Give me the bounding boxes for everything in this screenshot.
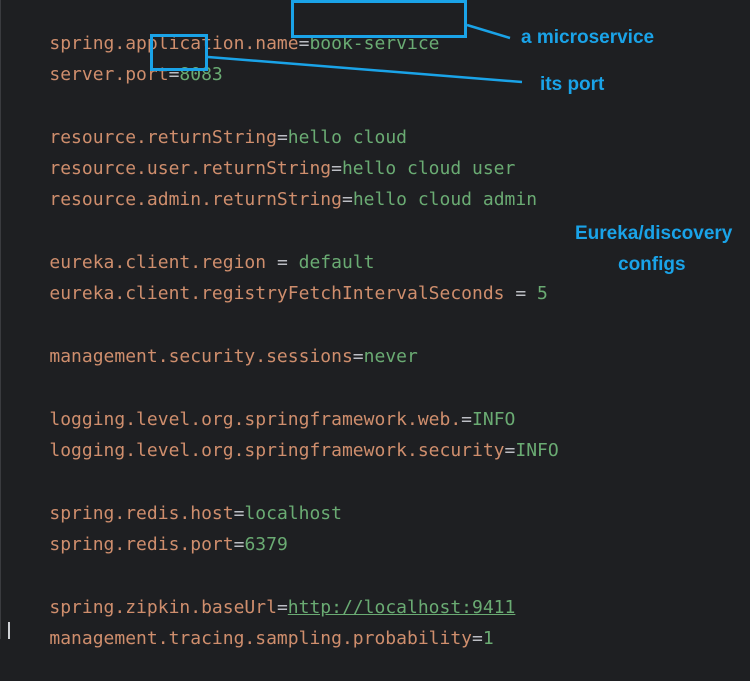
eureka-annotation-line1: Eureka/discovery <box>575 223 733 244</box>
port-highlight-box <box>150 34 208 71</box>
line-eureka-region[interactable]: eureka.client.region = default <box>6 221 374 273</box>
line-tracing-probability[interactable]: management.tracing.sampling.probability=… <box>6 597 493 649</box>
line-eureka-fetch-interval[interactable]: eureka.client.registryFetchIntervalSecon… <box>6 252 548 304</box>
property-key: logging.level.org.springframework.securi… <box>49 440 505 461</box>
line-resource-return-string[interactable]: resource.returnString=hello cloud <box>6 96 407 148</box>
line-logging-web[interactable]: logging.level.org.springframework.web.=I… <box>6 378 515 430</box>
port-annotation: its port <box>540 74 605 95</box>
property-value: hello cloud admin <box>352 189 538 210</box>
property-separator: = <box>341 189 353 210</box>
property-value: 6379 <box>244 534 288 555</box>
eureka-annotation-line2: configs <box>618 254 686 275</box>
text-caret <box>8 622 10 639</box>
property-key: spring.redis.port <box>49 534 234 555</box>
line-zipkin-base-url[interactable]: spring.zipkin.baseUrl=http://localhost:9… <box>6 566 515 618</box>
microservice-annotation: a microservice <box>521 27 655 48</box>
properties-editor[interactable]: spring.application.name=book-service ser… <box>6 0 750 649</box>
line-management-sessions[interactable]: management.security.sessions=never <box>6 315 417 367</box>
property-separator: = <box>504 283 538 304</box>
property-separator: = <box>352 346 364 367</box>
service-name-highlight-box <box>291 0 467 38</box>
line-resource-user-return-string[interactable]: resource.user.returnString=hello cloud u… <box>6 127 515 179</box>
property-separator: = <box>233 534 245 555</box>
editor-gutter-border <box>0 0 1 639</box>
property-key: management.security.sessions <box>49 346 353 367</box>
line-logging-security[interactable]: logging.level.org.springframework.securi… <box>6 409 558 461</box>
property-separator: = <box>504 440 516 461</box>
line-resource-admin-return-string[interactable]: resource.admin.returnString=hello cloud … <box>6 158 537 210</box>
line-redis-port[interactable]: spring.redis.port=6379 <box>6 503 287 555</box>
property-key: eureka.client.registryFetchIntervalSecon… <box>49 283 505 304</box>
line-redis-host[interactable]: spring.redis.host=localhost <box>6 472 342 524</box>
property-value: never <box>363 346 418 367</box>
property-key: resource.admin.returnString <box>49 189 342 210</box>
property-value: 5 <box>537 283 548 304</box>
property-value: INFO <box>515 440 559 461</box>
